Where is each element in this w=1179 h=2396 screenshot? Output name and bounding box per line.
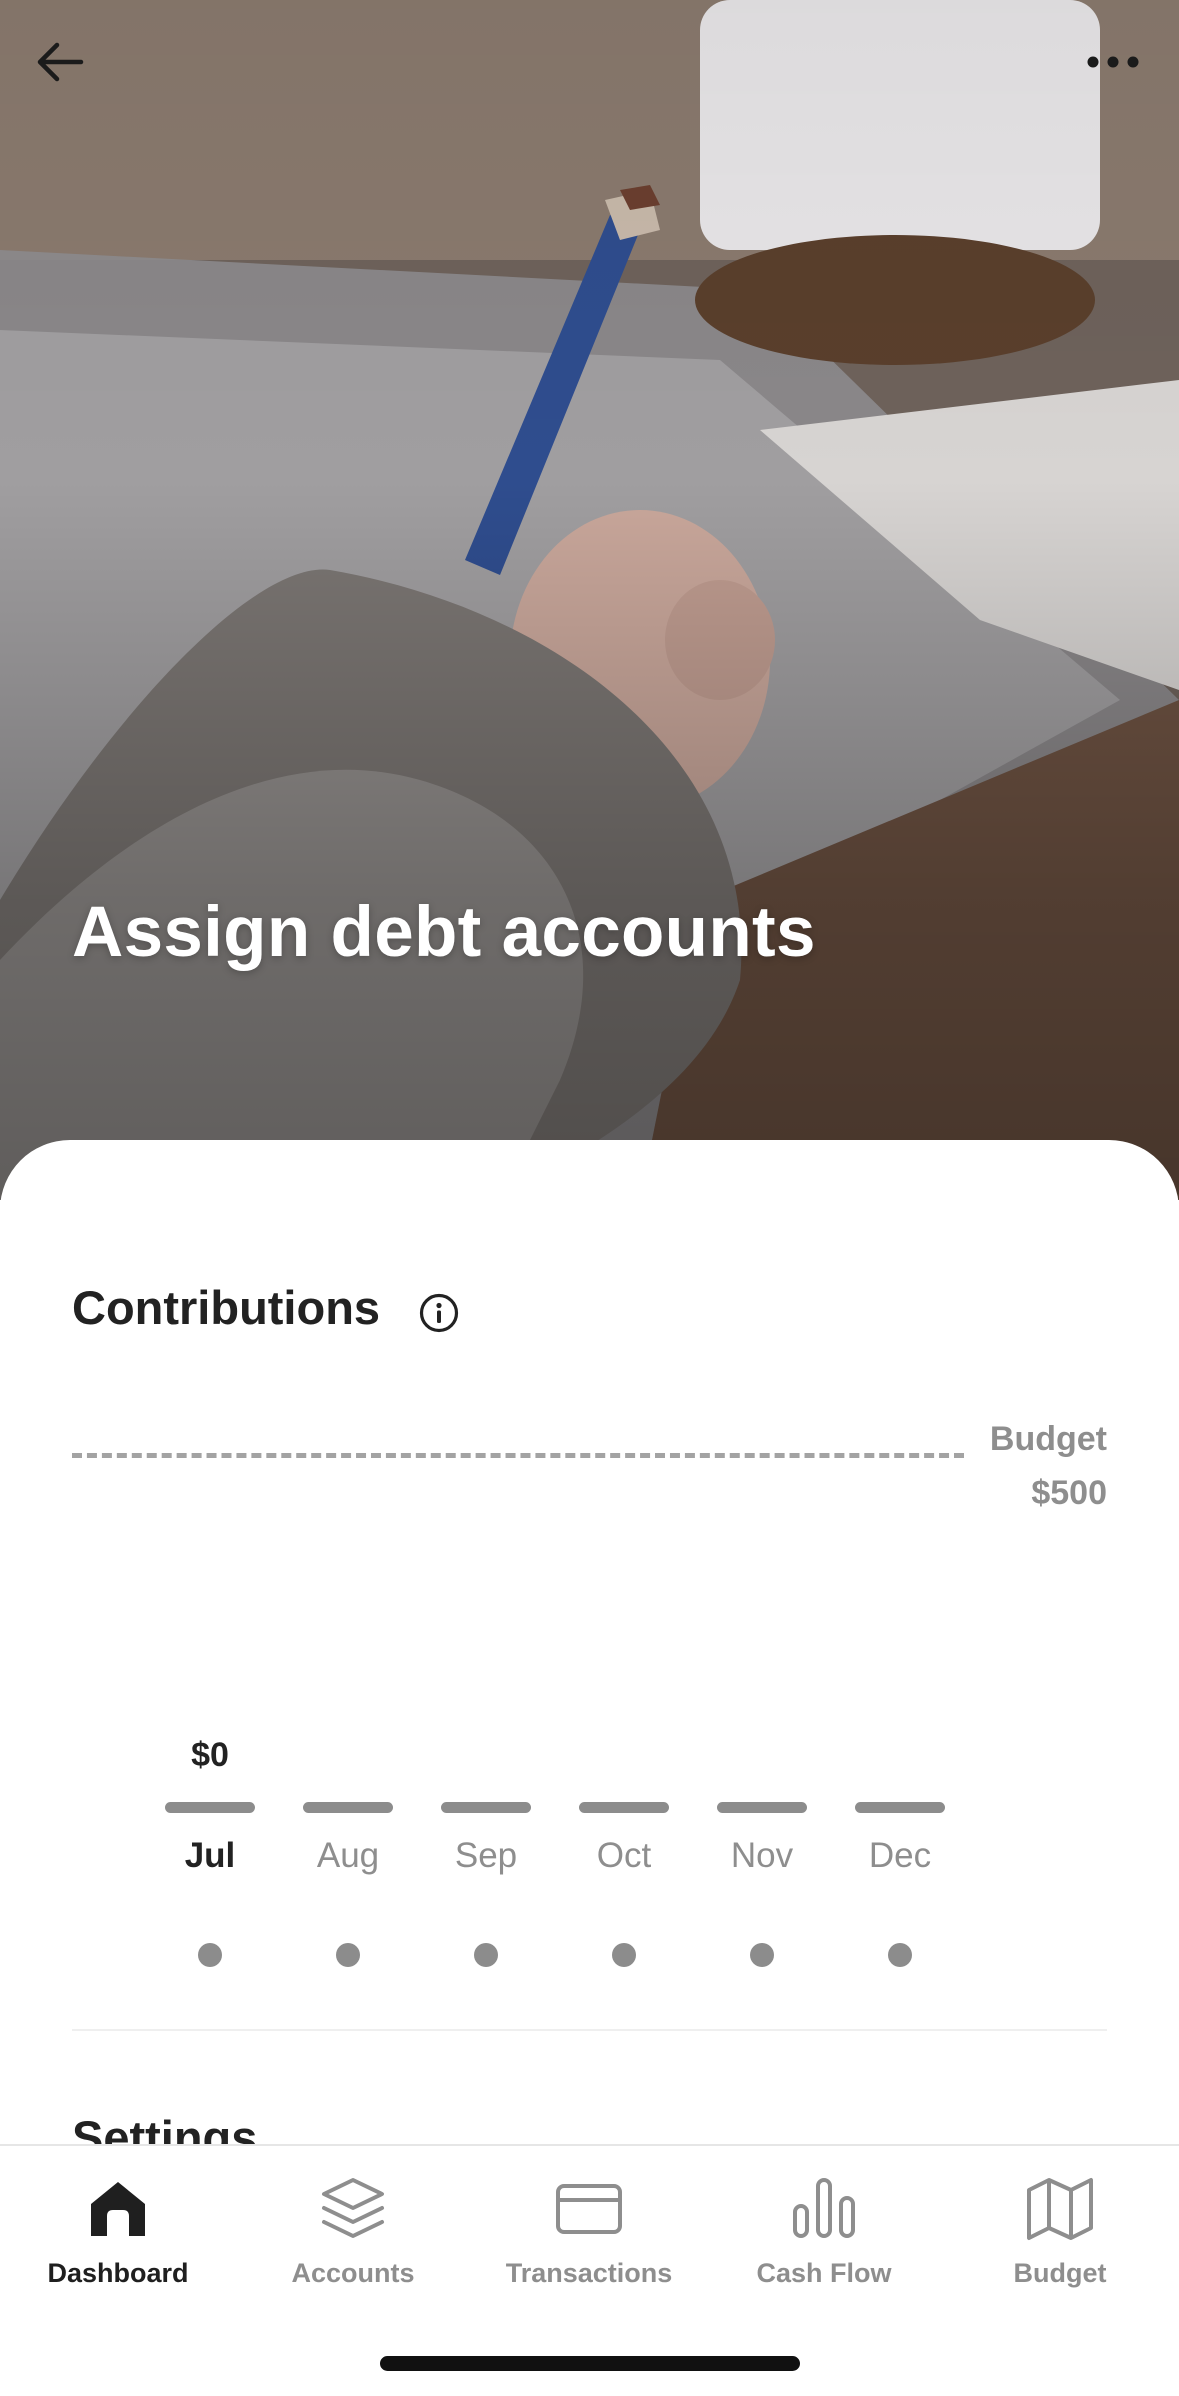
more-horizontal-icon [1087,56,1139,68]
month-bar-sep [441,1802,531,1813]
tab-label-accounts: Accounts [291,2258,415,2288]
tab-label-dashboard: Dashboard [47,2258,189,2288]
layers-icon [322,2178,384,2238]
month-bar-dec [855,1802,945,1813]
back-button[interactable] [28,30,92,94]
credit-card-icon [556,2184,622,2234]
page-title: Assign debt accounts [72,893,816,972]
month-label-sep[interactable]: Sep [426,1836,546,1876]
hero-shade [0,0,1179,1200]
arrow-left-icon [37,42,84,82]
contributions-title: Contributions [72,1281,381,1334]
budget-value: $500 [1031,1474,1107,1512]
month-bar-jul [165,1802,255,1813]
info-icon[interactable] [418,1292,460,1334]
budget-label: Budget $500 [990,1412,1107,1520]
tab-cash-flow[interactable]: Cash Flow [724,2174,924,2289]
month-dot-aug [336,1943,360,1967]
more-button[interactable] [1075,30,1151,94]
tab-transactions[interactable]: Transactions [489,2174,689,2289]
month-label-nov[interactable]: Nov [702,1836,822,1876]
budget-line [72,1453,964,1458]
month-dot-dec [888,1943,912,1967]
screen: Assign debt accounts Contributions Budge… [0,0,1179,2396]
month-label-aug[interactable]: Aug [288,1836,408,1876]
section-divider [72,2029,1107,2031]
hero-image: Assign debt accounts [0,0,1179,1200]
map-icon [1027,2178,1093,2240]
tab-accounts[interactable]: Accounts [253,2174,453,2289]
month-label-jul[interactable]: Jul [150,1836,270,1876]
tab-budget[interactable]: Budget [960,2174,1160,2289]
tab-dashboard[interactable]: Dashboard [18,2174,218,2289]
home-icon [91,2182,145,2236]
month-bar-oct [579,1802,669,1813]
month-dot-nov [750,1943,774,1967]
month-label-dec[interactable]: Dec [840,1836,960,1876]
tab-label-transactions: Transactions [505,2258,673,2288]
budget-label-text: Budget [989,1420,1107,1458]
month-label-oct[interactable]: Oct [564,1836,684,1876]
month-bar-aug [303,1802,393,1813]
home-indicator [380,2356,800,2371]
month-dot-sep [474,1943,498,1967]
bar-chart-icon [793,2178,855,2238]
month-bar-nov [717,1802,807,1813]
month-dot-jul [198,1943,222,1967]
month-dot-oct [612,1943,636,1967]
tab-label-budget: Budget [1013,2258,1107,2288]
tab-label-cash-flow: Cash Flow [756,2258,892,2288]
month-value-jul: $0 [191,1736,229,1774]
